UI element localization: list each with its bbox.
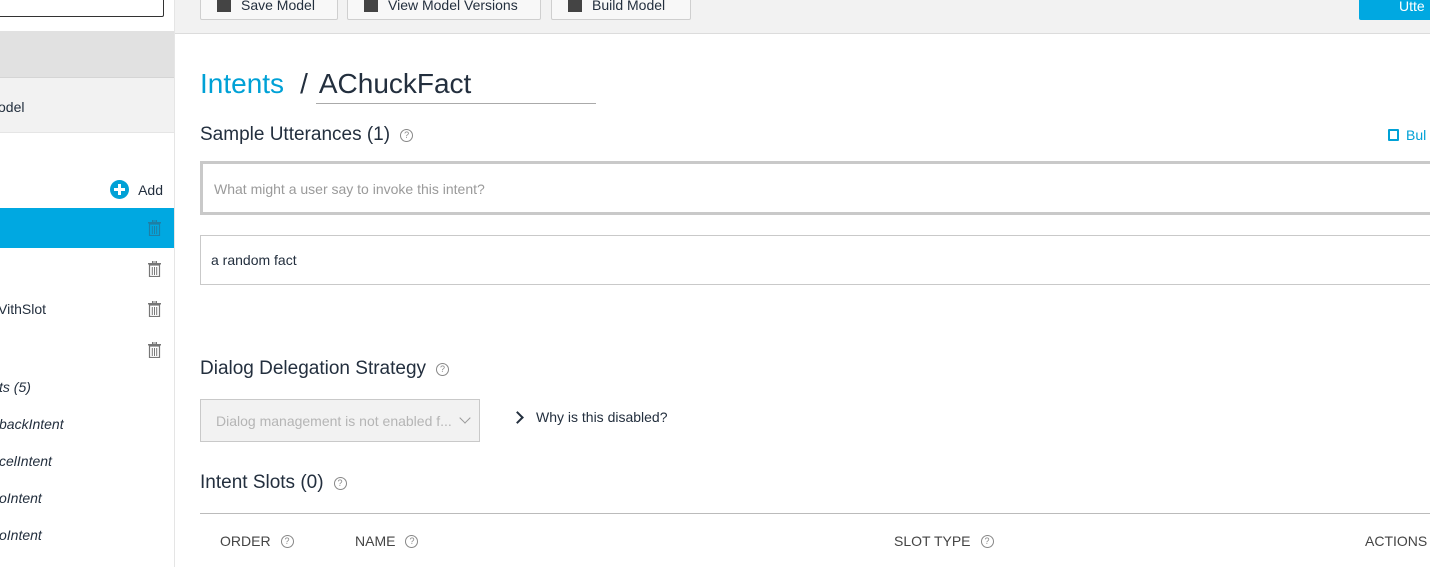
help-icon[interactable]: ?: [436, 362, 450, 376]
breadcrumb-separator: /: [300, 68, 308, 99]
intent-label: VithSlot: [0, 301, 46, 317]
builtin-intent-item[interactable]: oIntent: [0, 490, 42, 506]
column-label: NAME: [355, 533, 396, 549]
select-value: Dialog management is not enabled f...: [216, 413, 452, 429]
section-title-text: Dialog Delegation Strategy: [200, 358, 427, 379]
sidebar: odel Add VithSlot ts (5) backIntent celI…: [0, 0, 175, 567]
intent-slots-heading: Intent Slots (0) ?: [200, 472, 347, 494]
help-icon[interactable]: ?: [980, 534, 994, 548]
builtin-intent-item[interactable]: oIntent: [0, 527, 42, 543]
builtin-intent-item[interactable]: celIntent: [0, 453, 52, 469]
sidebar-intent-item[interactable]: [0, 208, 174, 248]
utterance-input[interactable]: What might a user say to invoke this int…: [200, 161, 1430, 215]
builtin-intent-item[interactable]: backIntent: [0, 416, 64, 432]
help-icon[interactable]: ?: [333, 476, 347, 490]
intents-link[interactable]: Intents: [200, 68, 284, 100]
sidebar-intent-item[interactable]: [0, 249, 174, 289]
help-icon[interactable]: ?: [405, 534, 419, 548]
sidebar-section-header: [0, 31, 174, 77]
column-header-actions: ACTIONS: [1365, 533, 1427, 549]
table-divider: [200, 513, 1430, 514]
why-disabled-label: Why is this disabled?: [536, 409, 668, 425]
breadcrumb: Intents / AChuckFact: [200, 68, 596, 104]
sidebar-item-label: odel: [0, 99, 25, 115]
trash-icon[interactable]: [148, 301, 161, 317]
section-title-text: Intent Slots (0): [200, 472, 324, 493]
help-icon[interactable]: ?: [400, 128, 414, 142]
column-header-slot-type: SLOT TYPE ?: [894, 533, 994, 549]
chevron-right-icon: [511, 410, 524, 424]
add-label: Add: [138, 181, 163, 198]
sidebar-item-interaction-model[interactable]: odel: [0, 77, 174, 133]
column-header-name: NAME ?: [355, 533, 419, 549]
sidebar-intent-item[interactable]: [0, 330, 174, 370]
save-model-label: Save Model: [241, 0, 315, 13]
trash-icon[interactable]: [148, 220, 161, 236]
column-label: ORDER: [220, 533, 271, 549]
why-disabled-toggle[interactable]: Why is this disabled?: [511, 409, 668, 425]
plus-circle-icon: [110, 180, 130, 199]
dialog-delegation-select[interactable]: Dialog management is not enabled f...: [200, 399, 480, 442]
save-icon: [217, 0, 231, 12]
column-label: ACTIONS: [1365, 533, 1428, 549]
utterance-conflicts-button[interactable]: Utte: [1359, 0, 1430, 20]
sample-utterances-heading: Sample Utterances (1) ?: [200, 124, 414, 146]
dialog-delegation-heading: Dialog Delegation Strategy ?: [200, 358, 450, 380]
view-model-versions-button[interactable]: View Model Versions: [347, 0, 541, 20]
section-title-text: Sample Utterances (1): [200, 124, 391, 145]
builtin-intents-header[interactable]: ts (5): [0, 379, 31, 395]
chevron-down-icon: [459, 412, 471, 424]
bulk-edit-label: Bul: [1406, 127, 1427, 143]
versions-icon: [364, 0, 378, 12]
trash-icon[interactable]: [148, 261, 161, 277]
build-model-label: Build Model: [592, 0, 666, 13]
build-icon: [568, 0, 582, 12]
build-model-button[interactable]: Build Model: [551, 0, 691, 20]
column-header-order: ORDER ?: [220, 533, 294, 549]
add-intent-button[interactable]: Add: [110, 180, 163, 199]
trash-icon[interactable]: [148, 342, 161, 358]
view-versions-label: View Model Versions: [388, 0, 518, 13]
help-icon[interactable]: ?: [280, 534, 294, 548]
sidebar-intent-item[interactable]: VithSlot: [0, 289, 174, 329]
toolbar: Save Model View Model Versions Build Mod…: [175, 0, 1430, 34]
bulk-edit-link[interactable]: Bul: [1388, 127, 1426, 143]
intent-name-field[interactable]: AChuckFact: [315, 68, 596, 104]
column-label: SLOT TYPE: [894, 533, 971, 549]
utterance-item[interactable]: a random fact: [200, 235, 1430, 285]
bulk-edit-icon: [1388, 129, 1399, 141]
save-model-button[interactable]: Save Model: [200, 0, 338, 20]
sidebar-search-input[interactable]: [0, 0, 164, 17]
